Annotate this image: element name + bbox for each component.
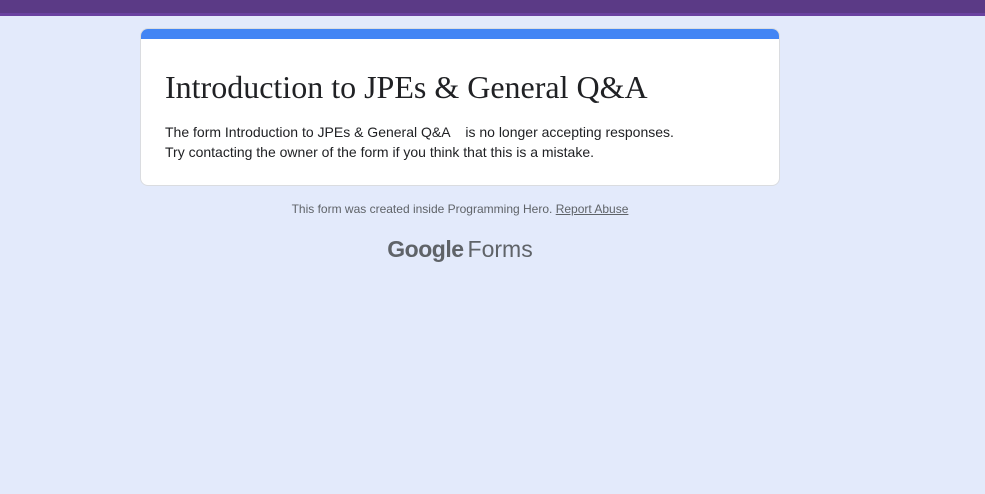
brand-forms: Forms bbox=[467, 236, 533, 262]
google-forms-logo[interactable]: Google Forms bbox=[0, 236, 920, 263]
footer-note: This form was created inside Programming… bbox=[0, 202, 920, 216]
brand-google: Google bbox=[387, 236, 464, 262]
form-closed-card: Introduction to JPEs & General Q&A The f… bbox=[140, 28, 780, 186]
form-title: Introduction to JPEs & General Q&A bbox=[165, 69, 648, 105]
closed-message-line1: The form Introduction to JPEs & General … bbox=[165, 124, 674, 140]
report-abuse-link[interactable]: Report Abuse bbox=[556, 202, 629, 216]
closed-message-line2: Try contacting the owner of the form if … bbox=[165, 144, 595, 160]
browser-top-strip bbox=[0, 0, 985, 16]
footer-created-text: This form was created inside Programming… bbox=[291, 202, 553, 216]
card-accent-bar bbox=[141, 29, 779, 39]
closed-message: The form Introduction to JPEs & General … bbox=[165, 122, 674, 162]
